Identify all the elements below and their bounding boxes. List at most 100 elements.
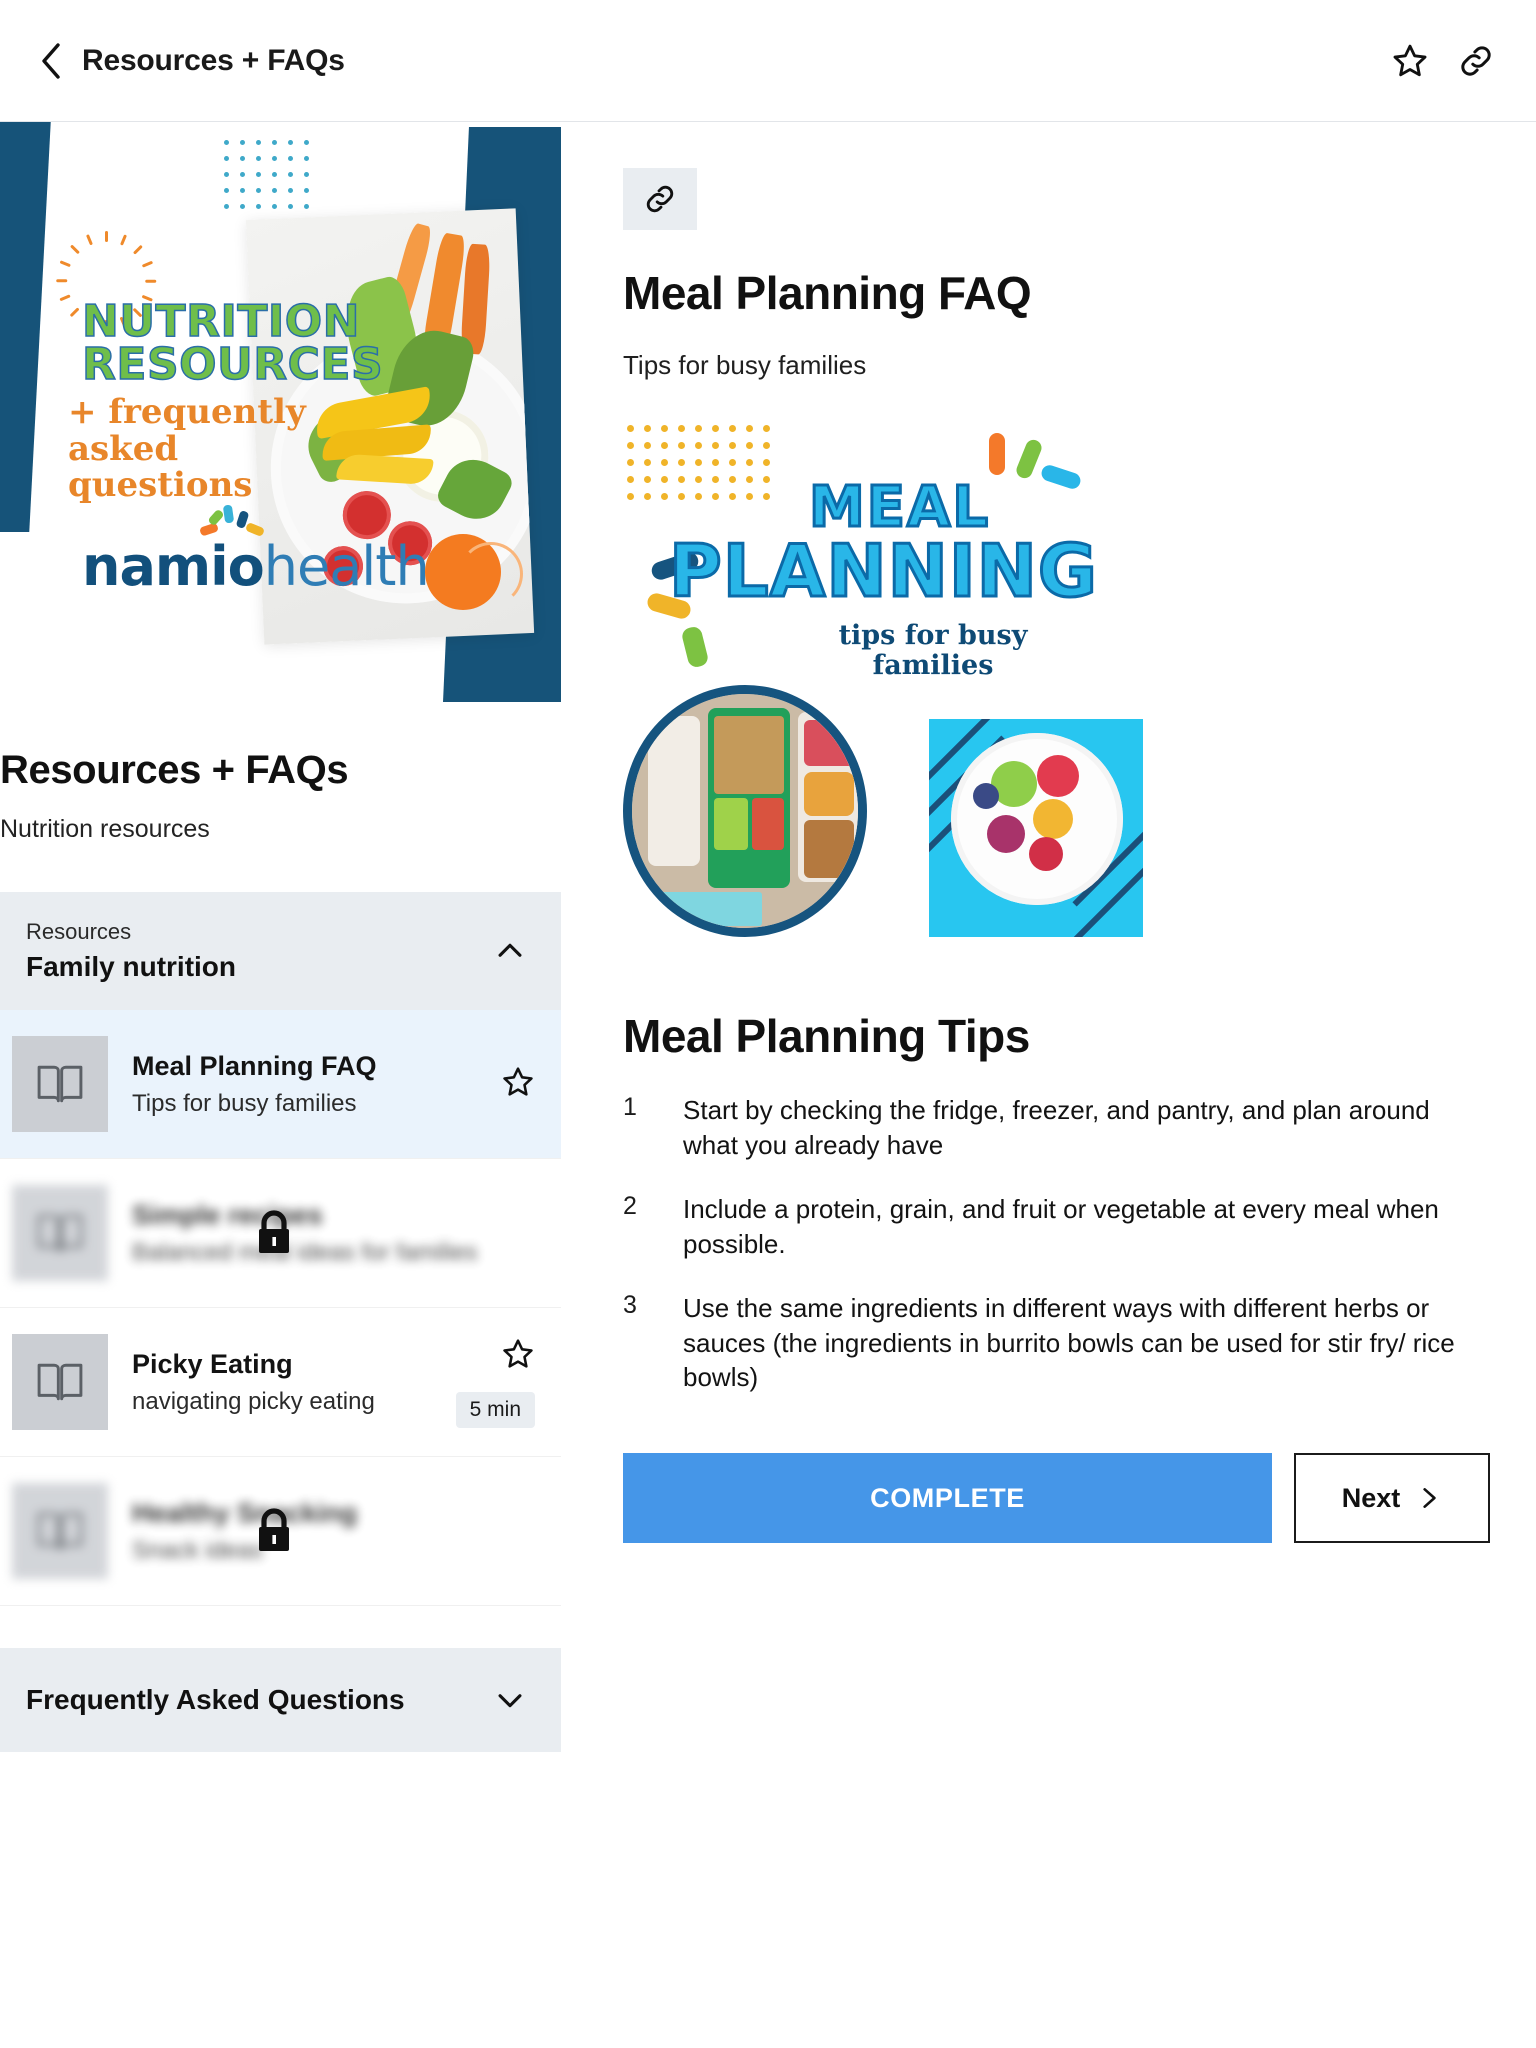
resource-meta [501, 1065, 535, 1104]
bento-box-shape [648, 716, 700, 866]
faq-section-title: Frequently Asked Questions [26, 1684, 405, 1715]
resource-list-item[interactable]: Simple recipes Balanced meal ideas for fa… [0, 1159, 561, 1308]
banner-lunchbox-photo [623, 685, 867, 937]
cover-subtitle: + frequently asked questions [68, 394, 306, 504]
resource-texts: Picky Eating navigating picky eating [132, 1349, 456, 1416]
resource-subtitle: Snack ideas [132, 1536, 263, 1564]
nutrition-resources-cover-image: NUTRITION RESOURCES + frequently asked q… [0, 122, 561, 702]
resource-title: Simple recipes [132, 1199, 323, 1230]
logo-burst-icon [199, 504, 266, 543]
resource-thumbnail [12, 1185, 108, 1281]
cover-subtitle-line-2: asked [68, 428, 179, 469]
notebook-shape [642, 892, 762, 926]
copy-link-button[interactable] [623, 168, 697, 230]
namio-health-logo: namio health [82, 504, 430, 598]
tip-item: 3 Use the same ingredients in different w… [623, 1291, 1490, 1395]
left-panel-subtitle: Nutrition resources [0, 815, 210, 843]
left-header-block: Resources + FAQs Nutrition resources [0, 702, 561, 844]
banner-accent-green [1014, 437, 1044, 481]
cover-title-line-2: RESOURCES [81, 339, 384, 391]
cover-sunburst-icon [56, 220, 157, 331]
back-button[interactable] [28, 38, 74, 84]
book-open-icon [37, 1363, 83, 1401]
mango-shape [1033, 799, 1073, 839]
resource-list-item[interactable]: Picky Eating navigating picky eating 5 min [0, 1308, 561, 1457]
resource-title: Picky Eating [132, 1348, 293, 1379]
accordion-kicker: Resources [26, 919, 132, 944]
resource-thumbnail [12, 1483, 108, 1579]
meal-planning-banner-image: MEAL PLANNING tips for busy families [623, 421, 1143, 957]
tips-list: 1 Start by checking the fridge, freezer, … [623, 1093, 1490, 1395]
cover-orange-circle [425, 534, 523, 610]
share-link-button[interactable] [1450, 35, 1502, 87]
resource-list: Meal Planning FAQ Tips for busy families S… [0, 1010, 561, 1606]
cover-subtitle-line-1: + frequently [68, 392, 306, 432]
content-area: NUTRITION RESOURCES + frequently asked q… [0, 122, 1536, 2048]
chevron-right-icon [1423, 1488, 1436, 1509]
resource-subtitle: navigating picky eating [132, 1387, 375, 1415]
favorite-button[interactable] [1384, 35, 1436, 87]
logo-primary-text: namio [82, 535, 265, 598]
lock-icon [259, 1508, 289, 1551]
action-bar: COMPLETE Next [623, 1453, 1490, 1544]
chevron-up-icon [498, 943, 522, 957]
duration-badge: 5 min [455, 1391, 535, 1428]
right-panel: Meal Planning FAQ Tips for busy families… [561, 122, 1536, 2048]
accordion-texts: Resources Family nutrition [26, 919, 493, 983]
resource-texts: Simple recipes Balanced meal ideas for fa… [132, 1200, 535, 1267]
book-open-icon [37, 1065, 83, 1103]
book-open-icon [37, 1214, 83, 1252]
resource-subtitle: Balanced meal ideas for families [132, 1238, 478, 1266]
star-outline-icon [1393, 44, 1427, 76]
tip-number: 1 [623, 1093, 637, 1121]
resource-list-item[interactable]: Healthy Snacking Snack ideas [0, 1457, 561, 1606]
star-outline-icon [503, 1066, 533, 1096]
banner-word-2: PLANNING [667, 528, 1099, 615]
book-open-icon [37, 1512, 83, 1550]
tip-text: Use the same ingredients in different wa… [683, 1293, 1455, 1393]
app-header: Resources + FAQs [0, 0, 1536, 122]
accordion-family-nutrition[interactable]: Resources Family nutrition [0, 892, 561, 1010]
resource-thumbnail [12, 1334, 108, 1430]
page-title: Resources + FAQs [82, 43, 345, 77]
next-button[interactable]: Next [1294, 1453, 1490, 1544]
tip-number: 3 [623, 1291, 637, 1320]
resource-title: Healthy Snacking [132, 1497, 358, 1528]
chevron-left-icon [42, 42, 60, 79]
banner-tagline-line-1: tips for busy [838, 620, 1028, 651]
banner-fruit-bowl-photo [929, 719, 1143, 937]
resource-list-item[interactable]: Meal Planning FAQ Tips for busy families [0, 1010, 561, 1159]
muffin-shape [804, 772, 854, 816]
star-outline-icon [503, 1338, 533, 1368]
strawberry-shape [1037, 755, 1079, 797]
banner-tagline: tips for busy families [813, 620, 1053, 682]
resource-subtitle: Tips for busy families [132, 1089, 357, 1117]
banner-tagline-line-2: families [872, 650, 994, 682]
resource-title: Meal Planning FAQ [132, 1050, 377, 1081]
berries-shape [804, 720, 854, 766]
cover-title-line-1: NUTRITION [81, 296, 360, 347]
berry-shape [1029, 837, 1063, 871]
blueberry-shape [973, 783, 999, 809]
fruit-shape [752, 798, 784, 850]
article-subtitle: Tips for busy families [623, 350, 867, 380]
sandwich-shape [804, 820, 854, 878]
banner-accent-cyan [1039, 463, 1083, 491]
left-panel: NUTRITION RESOURCES + frequently asked q… [0, 122, 561, 2048]
complete-button[interactable]: COMPLETE [623, 1453, 1272, 1544]
banner-accent-orange [989, 433, 1005, 475]
resource-texts: Meal Planning FAQ Tips for busy families [132, 1051, 501, 1118]
link-icon [1461, 45, 1491, 76]
resource-meta: 5 min [455, 1337, 535, 1428]
tip-number: 2 [623, 1192, 637, 1221]
tip-item: 2 Include a protein, grain, and fruit or … [623, 1192, 1490, 1261]
tip-text: Start by checking the fridge, freezer, a… [683, 1095, 1430, 1160]
favorite-toggle[interactable] [501, 1337, 535, 1376]
lock-icon [259, 1210, 289, 1253]
link-icon [646, 185, 674, 213]
accordion-faq[interactable]: Frequently Asked Questions [0, 1648, 561, 1752]
favorite-toggle[interactable] [501, 1065, 535, 1104]
grape-shape [987, 815, 1025, 853]
next-button-label: Next [1341, 1482, 1401, 1513]
tip-text: Include a protein, grain, and fruit or v… [683, 1194, 1439, 1259]
